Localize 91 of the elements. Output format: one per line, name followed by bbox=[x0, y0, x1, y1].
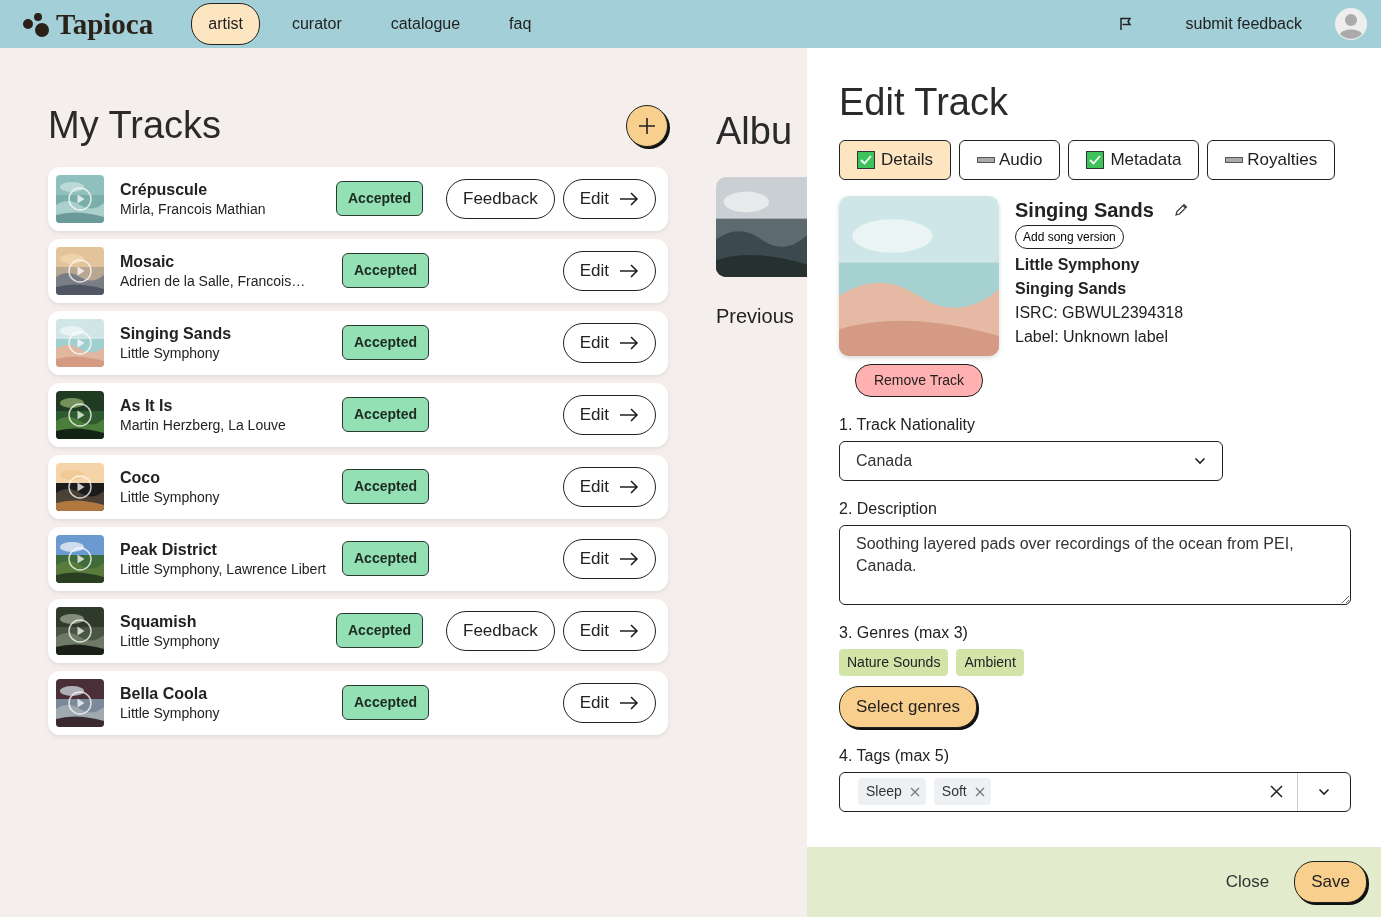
edit-button[interactable]: Edit bbox=[562, 610, 656, 651]
track-artists: Little Symphony bbox=[120, 703, 221, 722]
add-track-button[interactable] bbox=[626, 104, 668, 147]
arrow-right-icon bbox=[619, 479, 639, 494]
status-badge: Accepted bbox=[342, 685, 430, 721]
arrow-right-icon bbox=[619, 551, 639, 566]
arrow-right-icon bbox=[619, 407, 639, 422]
track-artist: Little Symphony bbox=[1015, 255, 1141, 275]
track-artists: Adrien de la Salle, Francois… bbox=[120, 271, 307, 290]
tag-chip: Sleep bbox=[858, 778, 926, 805]
logo[interactable]: Tapioca bbox=[56, 9, 154, 39]
edit-button[interactable]: Edit bbox=[562, 394, 656, 435]
add-version-button[interactable]: Add song version bbox=[1015, 225, 1124, 249]
feedback-button[interactable]: Feedback bbox=[446, 610, 555, 651]
field-label: 1. Track Nationality bbox=[839, 415, 977, 435]
nationality-select[interactable]: Canada bbox=[839, 441, 1223, 481]
label-text: Label: Unknown label bbox=[1015, 327, 1169, 347]
track-title: As It Is bbox=[120, 395, 174, 416]
chevron-down-icon[interactable] bbox=[1318, 787, 1330, 796]
play-icon[interactable] bbox=[68, 618, 92, 643]
album-title: Previous bbox=[716, 304, 795, 329]
track-artists: Little Symphony bbox=[120, 487, 221, 506]
clear-icon[interactable] bbox=[1270, 785, 1283, 798]
pencil-icon[interactable] bbox=[1173, 203, 1188, 217]
nav-tab[interactable]: curator bbox=[274, 3, 359, 45]
tab[interactable]: Metadata bbox=[1068, 140, 1200, 180]
track-title: Squamish bbox=[120, 611, 198, 632]
arrow-right-icon bbox=[619, 695, 639, 710]
section-heading: Albu bbox=[716, 109, 794, 154]
edit-button[interactable]: Edit bbox=[562, 538, 656, 579]
edit-button[interactable]: Edit bbox=[562, 178, 656, 219]
submit-feedback-link[interactable]: submit feedback bbox=[1168, 3, 1319, 45]
status-badge: Accepted bbox=[336, 613, 424, 649]
nav-tab[interactable]: catalogue bbox=[373, 3, 478, 45]
track-artists: Mirla, Francois Mathian bbox=[120, 199, 267, 218]
play-icon[interactable] bbox=[68, 402, 92, 427]
nav-tab[interactable]: faq bbox=[492, 3, 549, 45]
status-badge: Accepted bbox=[342, 469, 430, 505]
album-name: Singing Sands bbox=[1015, 279, 1128, 299]
arrow-right-icon bbox=[619, 263, 639, 278]
logo-dots-icon bbox=[22, 11, 52, 37]
field-label: 2. Description bbox=[839, 499, 938, 519]
plus-icon bbox=[638, 116, 656, 135]
track-title: Mosaic bbox=[120, 251, 176, 272]
track-title: Singing Sands bbox=[120, 323, 233, 344]
edit-button[interactable]: Edit bbox=[562, 466, 656, 507]
arrow-right-icon bbox=[619, 623, 639, 638]
tab[interactable]: Details bbox=[839, 140, 951, 180]
track-title: Peak District bbox=[120, 539, 218, 560]
play-icon[interactable] bbox=[68, 474, 92, 499]
tag-chip: Soft bbox=[933, 778, 991, 805]
description-field[interactable]: Soothing layered pads over recordings of the ocean from PEI, Canada. bbox=[839, 525, 1351, 605]
flag-icon[interactable] bbox=[1119, 17, 1134, 31]
edit-button[interactable]: Edit bbox=[562, 682, 656, 723]
track-title: Coco bbox=[120, 467, 161, 488]
edit-button[interactable]: Edit bbox=[562, 250, 656, 291]
track-title: Bella Coola bbox=[120, 683, 209, 704]
play-icon[interactable] bbox=[68, 690, 92, 715]
edit-button[interactable]: Edit bbox=[562, 322, 656, 363]
select-genres-button[interactable]: Select genres bbox=[839, 686, 977, 728]
save-button[interactable]: Save bbox=[1294, 861, 1367, 903]
status-badge: Accepted bbox=[342, 397, 430, 433]
status-badge: Accepted bbox=[342, 541, 430, 577]
chevron-down-icon bbox=[1194, 457, 1206, 465]
genre-chip: Nature Sounds bbox=[839, 649, 949, 676]
status-badge: Accepted bbox=[336, 181, 424, 217]
genre-chip: Ambient bbox=[956, 649, 1024, 676]
track-artists: Martin Herzberg, La Louve bbox=[120, 415, 287, 434]
tags-field[interactable]: Sleep Soft bbox=[839, 771, 1351, 812]
remove-track-button[interactable]: Remove Track bbox=[854, 364, 984, 397]
field-label: 3. Genres (max 3) bbox=[839, 623, 969, 643]
track-artists: Little Symphony bbox=[120, 631, 221, 650]
track-artists: Little Symphony bbox=[120, 343, 221, 362]
drawer-title: Edit Track bbox=[839, 80, 1009, 124]
page-heading: My Tracks bbox=[48, 103, 222, 148]
status-badge: Accepted bbox=[342, 253, 430, 289]
tab[interactable]: Audio bbox=[958, 140, 1061, 180]
track-name: Singing Sands bbox=[1015, 198, 1154, 223]
remove-tag-icon[interactable] bbox=[974, 786, 985, 797]
field-label: 4. Tags (max 5) bbox=[839, 745, 950, 766]
arrow-right-icon bbox=[619, 191, 639, 206]
close-button[interactable]: Close bbox=[1212, 862, 1283, 902]
isrc-text: ISRC: GBWUL2394318 bbox=[1015, 303, 1185, 323]
nav-tab[interactable]: artist bbox=[191, 3, 260, 45]
arrow-right-icon bbox=[619, 335, 639, 350]
remove-tag-icon[interactable] bbox=[909, 786, 920, 797]
track-artists: Little Symphony, Lawrence Libert bbox=[120, 559, 327, 578]
status-badge: Accepted bbox=[342, 325, 430, 361]
track-title: Crépuscule bbox=[120, 179, 209, 200]
feedback-button[interactable]: Feedback bbox=[446, 178, 555, 219]
tab[interactable]: Royalties bbox=[1207, 140, 1336, 180]
